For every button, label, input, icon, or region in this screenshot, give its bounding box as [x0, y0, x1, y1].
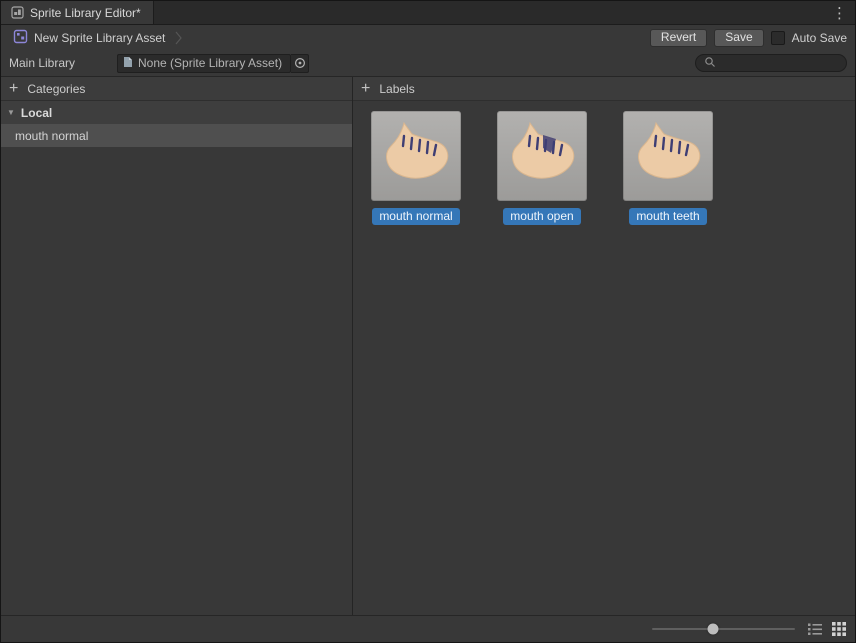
- labels-header-label: Labels: [379, 82, 414, 96]
- search-input[interactable]: [720, 56, 838, 70]
- panels: + Categories ▼ Local mouth normal + Labe…: [1, 77, 855, 615]
- zoom-slider-track[interactable]: [652, 628, 795, 630]
- sprite-thumbnail-mouth-teeth[interactable]: [623, 111, 713, 201]
- main-library-object-field[interactable]: None (Sprite Library Asset): [117, 54, 291, 73]
- category-group-label: Local: [21, 106, 52, 120]
- main-library-label: Main Library: [9, 56, 117, 70]
- breadcrumb[interactable]: New Sprite Library Asset: [9, 27, 186, 48]
- labels-header-bar: + Labels: [353, 77, 855, 101]
- save-button[interactable]: Save: [714, 29, 763, 47]
- tab-bar: Sprite Library Editor* ⋮: [1, 1, 855, 25]
- categories-list: ▼ Local mouth normal: [1, 101, 352, 615]
- toolbar: New Sprite Library Asset Revert Save Aut…: [1, 25, 855, 50]
- add-label-button[interactable]: +: [361, 82, 370, 96]
- foldout-arrow-icon[interactable]: ▼: [7, 108, 15, 117]
- labels-panel: + Labels mouth normal mouth open: [352, 77, 855, 615]
- object-field-value: None (Sprite Library Asset): [138, 56, 282, 70]
- zoom-slider-handle[interactable]: [708, 624, 719, 635]
- categories-header-label: Categories: [27, 82, 85, 96]
- breadcrumb-label: New Sprite Library Asset: [34, 31, 165, 45]
- add-category-button[interactable]: +: [9, 82, 18, 96]
- sprite-thumbnail-mouth-open[interactable]: [497, 111, 587, 201]
- main-library-row: Main Library None (Sprite Library Asset): [1, 50, 855, 77]
- asset-file-icon: [123, 56, 133, 71]
- label-card-mouth-normal: mouth normal: [371, 111, 461, 225]
- label-card-mouth-open: mouth open: [497, 111, 587, 225]
- auto-save-checkbox[interactable]: [771, 31, 785, 45]
- label-badge[interactable]: mouth normal: [372, 208, 459, 225]
- label-card-mouth-teeth: mouth teeth: [623, 111, 713, 225]
- bottom-bar: [1, 615, 855, 642]
- sprite-library-asset-icon: [13, 29, 28, 47]
- label-cards: mouth normal mouth open mouth teeth: [353, 101, 855, 225]
- category-item-label: mouth normal: [15, 129, 88, 143]
- sprite-thumbnail-mouth-normal[interactable]: [371, 111, 461, 201]
- zoom-slider[interactable]: [652, 616, 795, 643]
- sprite-library-editor-window: Sprite Library Editor* ⋮ New Sprite Libr…: [0, 0, 856, 643]
- toolbar-right: Revert Save Auto Save: [650, 29, 847, 47]
- tab-title: Sprite Library Editor*: [30, 6, 141, 20]
- categories-panel: + Categories ▼ Local mouth normal: [1, 77, 352, 615]
- search-icon: [704, 56, 716, 71]
- grid-view-icon[interactable]: [831, 621, 847, 637]
- category-group-local[interactable]: ▼ Local: [1, 101, 352, 124]
- breadcrumb-chevron-icon: [175, 31, 182, 45]
- category-item-mouth-normal[interactable]: mouth normal: [1, 124, 352, 147]
- label-badge[interactable]: mouth teeth: [629, 208, 706, 225]
- auto-save-label: Auto Save: [792, 31, 847, 45]
- tab-sprite-library-editor[interactable]: Sprite Library Editor*: [1, 1, 154, 24]
- object-picker-icon[interactable]: [291, 54, 309, 73]
- kebab-menu-icon[interactable]: ⋮: [824, 1, 855, 24]
- label-badge[interactable]: mouth open: [503, 208, 580, 225]
- revert-button[interactable]: Revert: [650, 29, 707, 47]
- categories-header-bar: + Categories: [1, 77, 352, 101]
- list-view-icon[interactable]: [807, 621, 823, 637]
- sprite-library-editor-icon: [11, 6, 24, 19]
- search-field[interactable]: [695, 54, 847, 72]
- view-mode-icons: [807, 621, 847, 637]
